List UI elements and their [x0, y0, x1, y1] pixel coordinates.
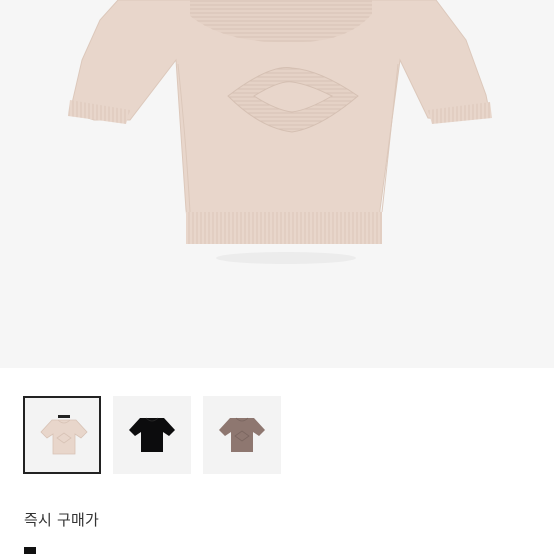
knit-top-beige-image	[68, 0, 492, 264]
thumbnail-beige[interactable]	[23, 396, 101, 474]
price-value-partial	[24, 547, 36, 554]
thumbnail-black[interactable]	[113, 396, 191, 474]
instant-buy-label: 즉시 구매가	[24, 511, 99, 529]
product-main-image	[0, 0, 554, 368]
knit-top-black-icon	[129, 417, 175, 452]
knit-top-brown-icon	[219, 417, 265, 452]
knit-top-beige-icon	[40, 415, 88, 455]
thumbnail-brown[interactable]	[203, 396, 281, 474]
